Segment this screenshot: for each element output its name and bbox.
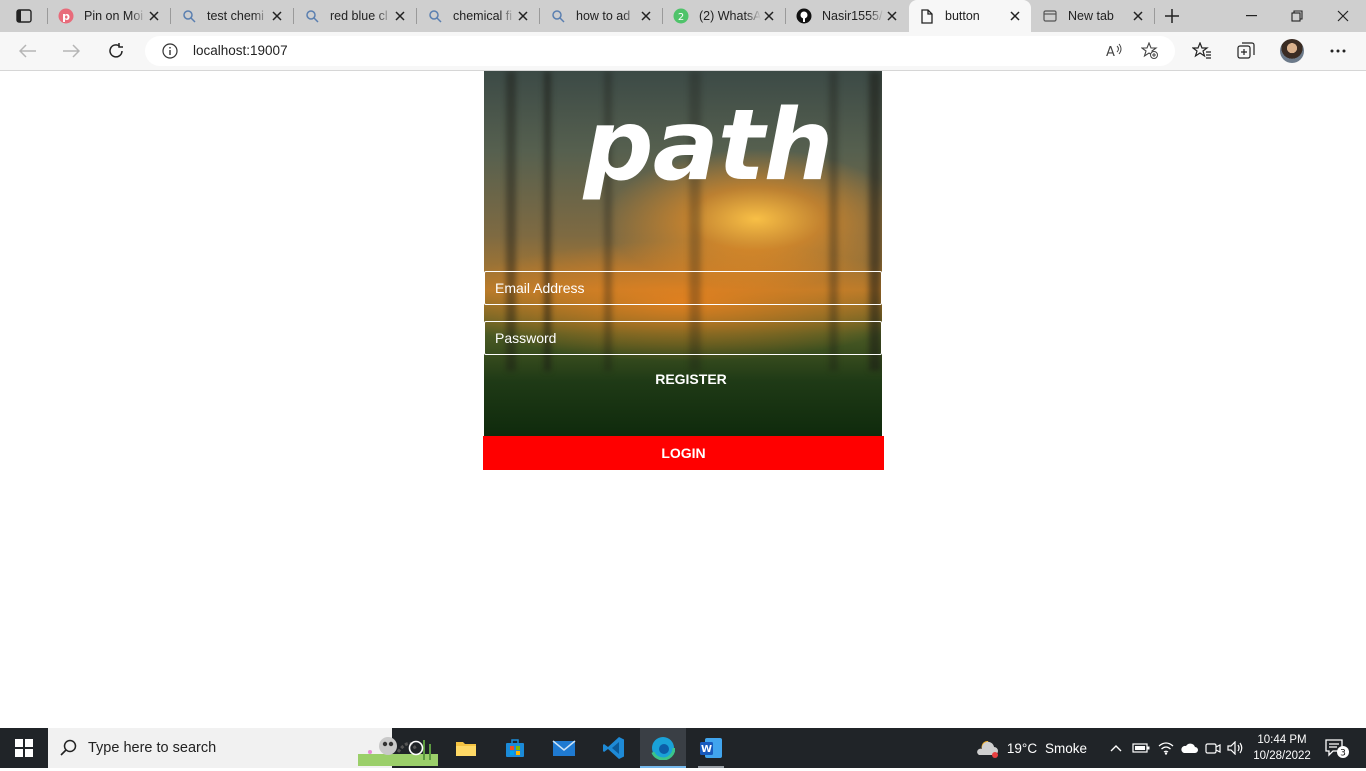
search-icon: [550, 8, 566, 24]
browser-toolbar: localhost:19007 A: [0, 32, 1366, 71]
minimize-icon[interactable]: [1228, 0, 1274, 32]
url-text[interactable]: localhost:19007: [193, 43, 288, 58]
close-tab-icon[interactable]: [884, 8, 900, 24]
brand-logo-text: path: [583, 89, 834, 203]
email-field[interactable]: [484, 271, 882, 305]
restore-icon[interactable]: [1274, 0, 1320, 32]
battery-icon[interactable]: [1130, 728, 1152, 768]
tab-search-4[interactable]: how to ad: [540, 0, 662, 32]
close-tab-icon[interactable]: [1007, 8, 1023, 24]
close-tab-icon[interactable]: [1130, 8, 1146, 24]
more-options-icon[interactable]: [1324, 37, 1352, 65]
register-button[interactable]: REGISTER: [484, 361, 882, 395]
windows-start-icon[interactable]: [0, 728, 48, 768]
close-tab-icon[interactable]: [392, 8, 408, 24]
search-icon: [304, 8, 320, 24]
weather-temp-text: 19°C: [1006, 740, 1038, 756]
tab-title: Pin on Moi: [84, 9, 144, 23]
close-window-icon[interactable]: [1320, 0, 1366, 32]
whatsapp-icon: 2: [673, 8, 689, 24]
tab-title: New tab: [1068, 9, 1114, 23]
site-info-icon[interactable]: [162, 43, 178, 59]
weather-condition[interactable]: Smoke: [1042, 728, 1090, 768]
tab-github[interactable]: Nasir1555/: [786, 0, 908, 32]
login-button[interactable]: LOGIN: [483, 436, 884, 470]
close-tab-icon[interactable]: [515, 8, 531, 24]
search-icon: [181, 8, 197, 24]
svg-text:W: W: [701, 744, 712, 755]
taskbar-search-placeholder: Type here to search: [88, 740, 217, 756]
newtab-icon: [1042, 8, 1058, 24]
file-explorer-icon[interactable]: [446, 728, 486, 768]
new-tab-plus-icon[interactable]: [1160, 4, 1184, 28]
tab-whatsapp[interactable]: 2 (2) WhatsA: [663, 0, 785, 32]
tab-newtab[interactable]: New tab: [1032, 0, 1154, 32]
close-tab-icon[interactable]: [761, 8, 777, 24]
tab-title: how to ad: [576, 9, 631, 23]
microsoft-store-icon[interactable]: [495, 728, 535, 768]
login-card: path REGISTER: [484, 71, 882, 436]
tab-title: chemical fi: [453, 9, 513, 23]
back-arrow-icon[interactable]: [14, 37, 42, 65]
taskbar-search-box[interactable]: Type here to search: [48, 728, 438, 768]
mail-icon[interactable]: [544, 728, 584, 768]
tab-title: test chemi: [207, 9, 264, 23]
weather-condition-text: Smoke: [1044, 740, 1088, 756]
tab-search-3[interactable]: chemical fi: [417, 0, 539, 32]
vscode-icon[interactable]: [593, 728, 635, 768]
tab-button-active[interactable]: button: [909, 0, 1031, 32]
search-icon: [60, 739, 78, 762]
svg-text:A: A: [1106, 45, 1115, 59]
volume-icon[interactable]: [1225, 728, 1247, 768]
avatar[interactable]: [1280, 39, 1304, 63]
tab-actions-icon[interactable]: [10, 5, 38, 27]
tab-title: red blue cl: [330, 9, 388, 23]
tab-bar: p Pin on Moi test chemi red blue cl chem…: [0, 0, 1366, 32]
tab-pinterest[interactable]: p Pin on Moi: [48, 0, 170, 32]
refresh-icon[interactable]: [102, 37, 130, 65]
favorites-icon[interactable]: [1188, 37, 1216, 65]
pinterest-icon: p: [58, 8, 74, 24]
search-icon: [427, 8, 443, 24]
read-aloud-icon[interactable]: A: [1105, 42, 1123, 60]
add-favorite-icon[interactable]: [1141, 42, 1159, 60]
tab-search-1[interactable]: test chemi: [171, 0, 293, 32]
address-bar[interactable]: localhost:19007 A: [145, 36, 1175, 66]
wifi-icon[interactable]: [1155, 728, 1177, 768]
meet-now-icon[interactable]: [1202, 728, 1224, 768]
close-tab-icon[interactable]: [638, 8, 654, 24]
notification-center-icon[interactable]: 3: [1320, 728, 1354, 768]
page-icon: [919, 8, 935, 24]
chevron-up-icon[interactable]: [1106, 728, 1126, 768]
notification-count: 3: [1340, 749, 1346, 759]
whatsapp-badge: 2: [678, 12, 684, 23]
tab-title: (2) WhatsA: [699, 9, 761, 23]
collections-icon[interactable]: [1232, 37, 1260, 65]
tab-separator: [1154, 8, 1155, 24]
tab-search-2[interactable]: red blue cl: [294, 0, 416, 32]
tab-title: button: [945, 9, 980, 23]
weather-temperature[interactable]: 19°C: [1004, 728, 1040, 768]
profile-avatar[interactable]: [1278, 37, 1306, 65]
edge-icon[interactable]: [640, 728, 686, 768]
word-icon[interactable]: W: [690, 728, 732, 768]
tab-title: Nasir1555/: [822, 9, 883, 23]
clock-time: 10:44 PM: [1257, 734, 1307, 746]
forward-arrow-icon[interactable]: [57, 37, 85, 65]
github-icon: [796, 8, 812, 24]
password-field[interactable]: [484, 321, 882, 355]
weather-icon[interactable]: [972, 728, 1002, 768]
close-tab-icon[interactable]: [146, 8, 162, 24]
taskbar-clock[interactable]: 10:44 PM 10/28/2022: [1250, 732, 1314, 764]
close-tab-icon[interactable]: [269, 8, 285, 24]
onedrive-cloud-icon[interactable]: [1178, 728, 1200, 768]
svg-text:p: p: [62, 10, 70, 23]
clock-date: 10/28/2022: [1253, 750, 1311, 762]
windows-taskbar: Type here to search W 19°C Smoke 10:44 P…: [0, 728, 1366, 768]
task-view-icon[interactable]: [396, 728, 436, 768]
